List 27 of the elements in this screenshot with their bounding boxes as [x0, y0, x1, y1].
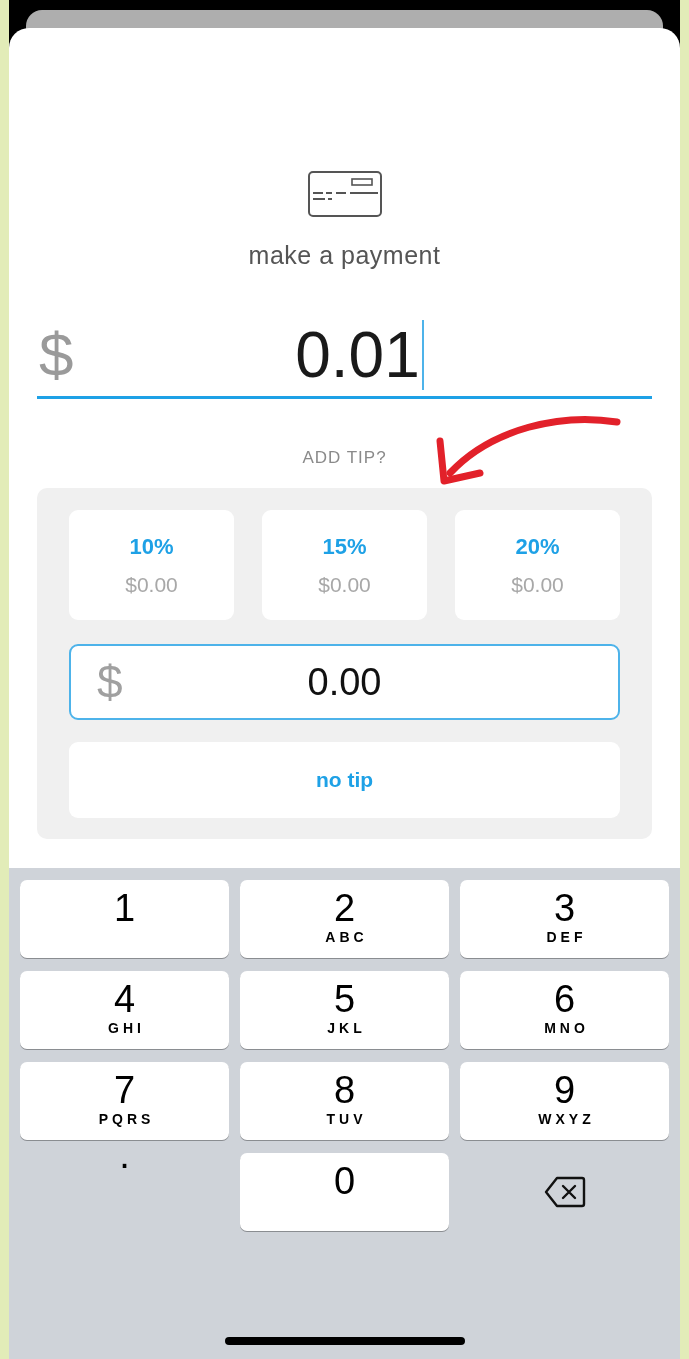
payment-title: make a payment: [248, 240, 441, 271]
keypad-key[interactable]: 4 GHI: [20, 971, 229, 1049]
currency-symbol: $: [97, 659, 123, 705]
backspace-icon: [543, 1176, 586, 1208]
tip-amount: $0.00: [511, 571, 564, 598]
tip-percent: 15%: [322, 532, 367, 561]
custom-tip-field[interactable]: $ 0.00: [69, 644, 620, 720]
keypad-key[interactable]: 9 WXYZ: [460, 1062, 669, 1140]
keypad-key[interactable]: 1: [20, 880, 229, 958]
keypad-key[interactable]: 2 ABC: [240, 880, 449, 958]
tip-amount: $0.00: [125, 571, 178, 598]
decimal-key[interactable]: .: [20, 1153, 229, 1231]
keypad-key[interactable]: 8 TUV: [240, 1062, 449, 1140]
add-tip-label: ADD TIP?: [302, 446, 387, 469]
keypad-key[interactable]: 6 MNO: [460, 971, 669, 1049]
credit-card-icon: [307, 171, 382, 217]
keypad-key[interactable]: 7 PQRS: [20, 1062, 229, 1140]
currency-symbol: $: [39, 324, 74, 386]
tip-percent: 10%: [129, 532, 174, 561]
amount-field[interactable]: $ 0.01: [37, 314, 652, 399]
keypad-key[interactable]: 3 DEF: [460, 880, 669, 958]
keypad-key[interactable]: 5 JKL: [240, 971, 449, 1049]
custom-tip-value: 0.00: [307, 663, 382, 701]
keypad-key[interactable]: 0: [240, 1153, 449, 1231]
tip-percent: 20%: [515, 532, 560, 561]
amount-value: 0.01: [295, 323, 420, 387]
tip-amount: $0.00: [318, 571, 371, 598]
